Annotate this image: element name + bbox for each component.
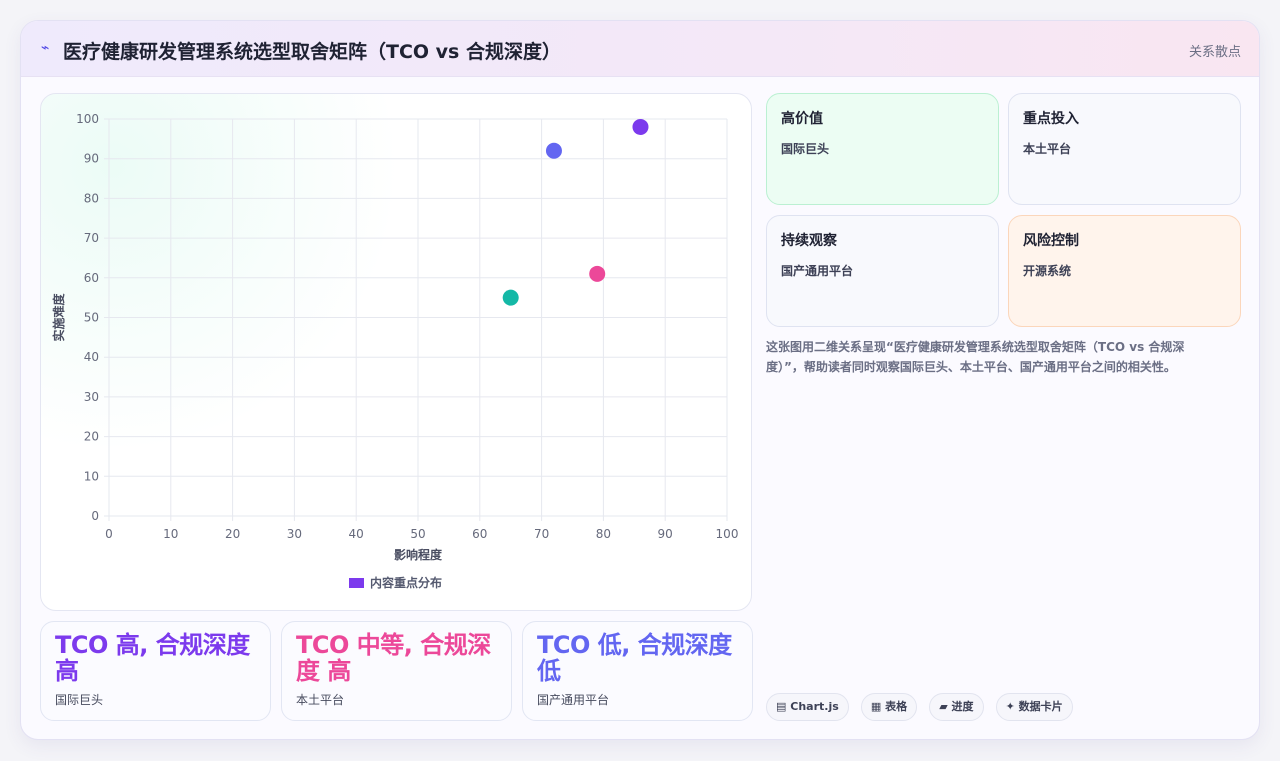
quadrant-key-investment: 重点投入 本土平台	[1008, 93, 1241, 205]
x-tick-label: 100	[716, 527, 739, 541]
stat-headline: TCO 高, 合规深度 高	[55, 631, 250, 685]
page-title: 医疗健康研发管理系统选型取舍矩阵（TCO vs 合规深度）	[63, 41, 561, 63]
stat-headline: TCO 中等, 合规深度 高	[296, 631, 491, 685]
chart-type-tag: 关系散点	[1188, 45, 1241, 60]
data-point[interactable]	[502, 289, 519, 306]
y-tick-label: 90	[84, 152, 99, 166]
quadrant-value: 开源系统	[1023, 264, 1072, 278]
feature-pills: ▤ Chart.js ▦ 表格 ▰ 进度 ✦ 数据卡片	[766, 693, 1080, 721]
x-tick-label: 30	[287, 527, 302, 541]
x-tick-label: 10	[163, 527, 178, 541]
quadrant-observe: 持续观察 国产通用平台	[766, 215, 999, 327]
progress-icon: ▰	[939, 700, 948, 713]
pill-label: 数据卡片	[1018, 700, 1063, 713]
chart-icon: ▤	[776, 700, 787, 713]
scatter-chart: 0 10 20 30 40 50 60 70 80 90 100 0 10 20 30 40 50 60 70 80 9…	[51, 112, 739, 562]
pill-chartjs[interactable]: ▤ Chart.js	[766, 693, 849, 721]
stat-headline: TCO 低, 合规深度 低	[537, 631, 732, 685]
data-point[interactable]	[632, 118, 649, 135]
quadrant-value: 国际巨头	[781, 142, 830, 156]
y-tick-label: 50	[84, 311, 99, 325]
lightning-icon: ⌁	[41, 40, 50, 56]
stat-card-2: TCO 中等, 合规深度 高 本土平台	[281, 621, 512, 721]
pill-progress[interactable]: ▰ 进度	[929, 693, 984, 721]
quadrant-high-value: 高价值 国际巨头	[766, 93, 999, 205]
dashboard-card: ⌁ 医疗健康研发管理系统选型取舍矩阵（TCO vs 合规深度） 关系散点 0 10…	[20, 20, 1260, 740]
pill-label: Chart.js	[790, 700, 839, 713]
x-tick-label: 20	[225, 527, 240, 541]
sparkle-icon: ✦	[1005, 700, 1015, 713]
legend-swatch	[349, 577, 364, 588]
y-tick-label: 10	[84, 469, 99, 483]
x-tick-label: 80	[596, 527, 611, 541]
chart-panel: 0 10 20 30 40 50 60 70 80 90 100 0 10 20 30 40 50 60 70 80 9…	[40, 93, 752, 611]
stat-label: 国际巨头	[55, 693, 104, 707]
quadrant-title: 风险控制	[1023, 233, 1079, 249]
x-tick-label: 90	[658, 527, 673, 541]
y-tick-label: 0	[91, 509, 99, 523]
pill-label: 表格	[885, 700, 908, 713]
pill-label: 进度	[951, 700, 974, 713]
table-icon: ▦	[870, 700, 882, 713]
y-tick-label: 30	[84, 390, 99, 404]
y-tick-label: 40	[84, 350, 99, 364]
y-tick-label: 100	[76, 112, 99, 126]
quadrant-value: 本土平台	[1023, 142, 1072, 156]
stat-card-3: TCO 低, 合规深度 低 国产通用平台	[522, 621, 753, 721]
chart-description: 这张图用二维关系呈现“医疗健康研发管理系统选型取舍矩阵（TCO vs 合规深度）…	[766, 340, 1185, 374]
x-tick-label: 60	[472, 527, 487, 541]
y-tick-label: 20	[84, 430, 99, 444]
pill-table[interactable]: ▦ 表格	[860, 693, 918, 721]
x-tick-label: 40	[349, 527, 364, 541]
legend-label: 内容重点分布	[370, 576, 443, 590]
chart-legend[interactable]: 内容重点分布	[349, 574, 442, 591]
stat-card-1: TCO 高, 合规深度 高 国际巨头	[40, 621, 271, 721]
quadrant-title: 持续观察	[781, 233, 837, 249]
x-tick-label: 70	[534, 527, 549, 541]
header-bar: ⌁ 医疗健康研发管理系统选型取舍矩阵（TCO vs 合规深度） 关系散点	[21, 21, 1259, 77]
quadrant-title: 重点投入	[1023, 111, 1079, 127]
quadrant-title: 高价值	[781, 111, 823, 127]
x-tick-label: 50	[410, 527, 425, 541]
data-point[interactable]	[589, 265, 606, 282]
stat-label: 国产通用平台	[537, 693, 610, 707]
quadrant-value: 国产通用平台	[781, 264, 854, 278]
y-axis-label: 实施难度	[51, 293, 66, 342]
pill-data-card[interactable]: ✦ 数据卡片	[995, 693, 1073, 721]
quadrant-risk-control: 风险控制 开源系统	[1008, 215, 1241, 327]
y-tick-label: 70	[84, 231, 99, 245]
x-tick-label: 0	[105, 527, 113, 541]
y-tick-label: 80	[84, 191, 99, 205]
stat-label: 本土平台	[296, 693, 345, 707]
y-tick-label: 60	[84, 271, 99, 285]
x-axis-label: 影响程度	[394, 547, 443, 562]
data-point[interactable]	[545, 142, 562, 159]
